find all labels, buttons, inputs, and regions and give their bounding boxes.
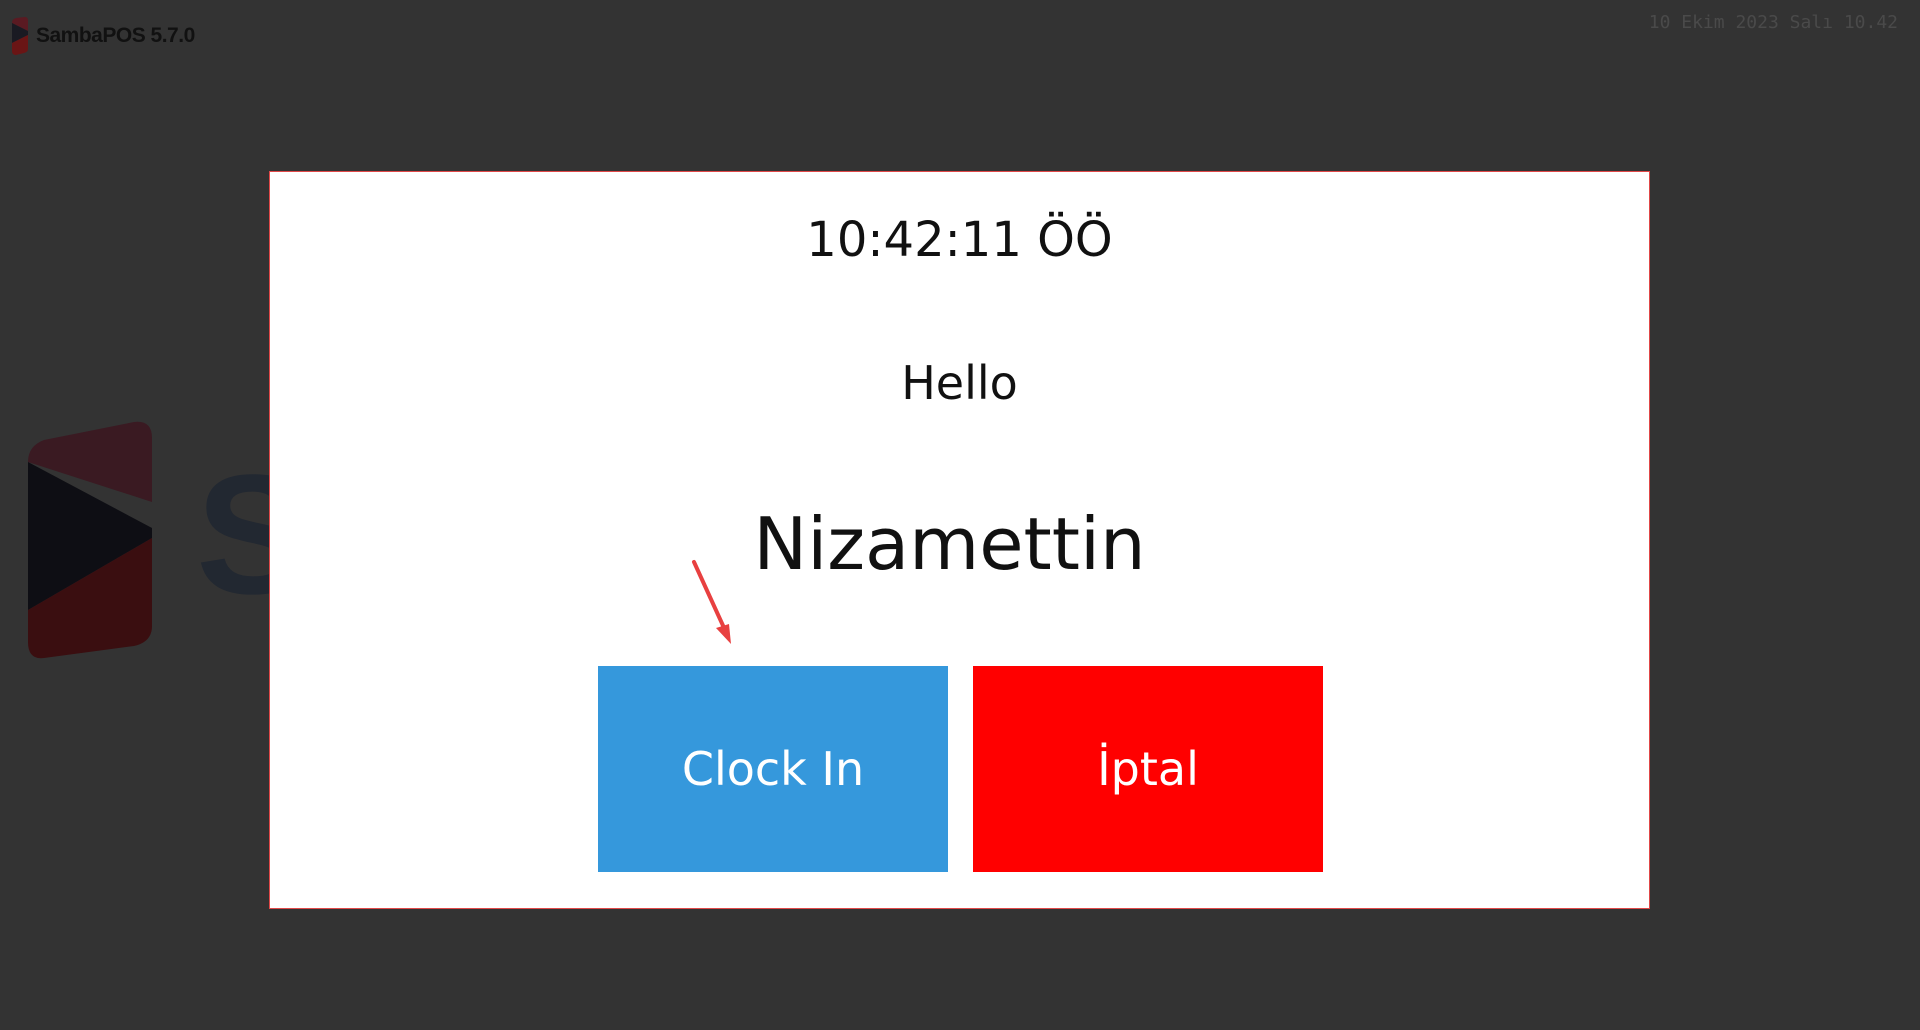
cancel-button[interactable]: İptal (973, 666, 1323, 872)
clock-in-button[interactable]: Clock In (598, 666, 948, 872)
sambapos-logo-icon (12, 17, 28, 55)
background-logo-icon (28, 421, 152, 659)
clock-in-dialog: 10:42:11 ÖÖ Hello Nizamettin Clock In İp… (269, 171, 1650, 909)
user-name: Nizamettin (753, 502, 1146, 586)
datetime-display: 10 Ekim 2023 Salı 10.42 (1648, 12, 1898, 33)
brand-header: SambaPOS 5.7.0 (10, 16, 195, 56)
current-time: 10:42:11 ÖÖ (806, 212, 1113, 268)
greeting-text: Hello (901, 356, 1018, 410)
app-window: SambaPOS 5.7.0 10 Ekim 2023 Salı 10.42 S… (0, 0, 1920, 1030)
app-title: SambaPOS 5.7.0 (36, 24, 195, 47)
red-arrow-icon (692, 560, 731, 644)
